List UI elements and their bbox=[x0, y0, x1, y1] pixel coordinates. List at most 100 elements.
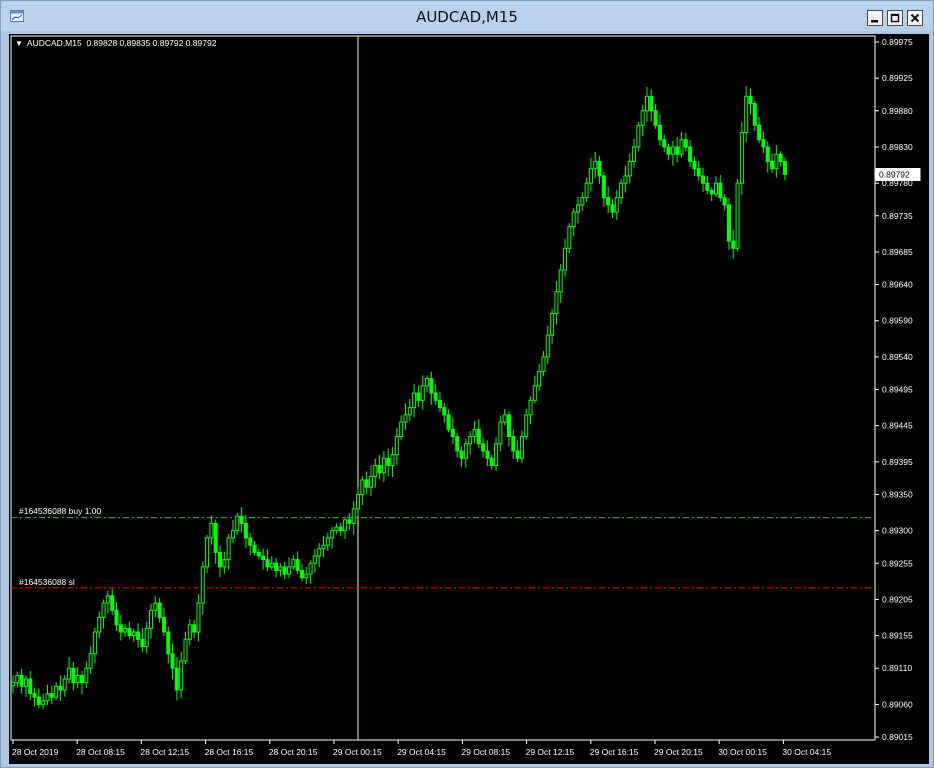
candle-body-up bbox=[407, 407, 412, 416]
candle-body-down bbox=[243, 522, 248, 539]
candle-body-down bbox=[274, 562, 279, 571]
candle-body-down bbox=[248, 537, 253, 546]
restore-icon bbox=[890, 13, 900, 23]
y-tick-label: 0.89880 bbox=[882, 106, 913, 116]
candle-body-up bbox=[92, 631, 97, 655]
y-tick-label: 0.89735 bbox=[882, 211, 913, 221]
candle-body-down bbox=[726, 204, 731, 242]
restore-button[interactable] bbox=[887, 10, 903, 26]
candle-body-up bbox=[287, 566, 292, 575]
candle-body-up bbox=[627, 160, 632, 177]
candle-body-up bbox=[187, 624, 192, 640]
title-bar[interactable]: AUDCAD,M15 bbox=[1, 1, 933, 31]
candle-body-down bbox=[489, 457, 494, 467]
candle-body-up bbox=[381, 457, 386, 474]
y-tick-label: 0.89155 bbox=[882, 631, 913, 641]
candle-body-up bbox=[403, 414, 408, 423]
candle-body-up bbox=[45, 693, 50, 702]
candle-body-down bbox=[653, 110, 658, 126]
candle-body-up bbox=[75, 674, 80, 684]
symbol-info: ▼ AUDCAD,M15 0.89828 0.89835 0.89792 0.89… bbox=[15, 38, 216, 48]
candle-body-up bbox=[713, 182, 718, 195]
minimize-button[interactable] bbox=[867, 10, 883, 26]
candle-body-down bbox=[761, 139, 766, 148]
candle-body-up bbox=[23, 678, 28, 687]
candle-body-up bbox=[149, 609, 154, 629]
x-tick-label: 29 Oct 08:15 bbox=[461, 747, 510, 757]
candle-body-down bbox=[606, 197, 611, 206]
candle-body-up bbox=[498, 421, 503, 445]
candle-body-up bbox=[209, 522, 214, 539]
y-tick-label: 0.89350 bbox=[882, 489, 913, 499]
y-tick-label: 0.89060 bbox=[882, 699, 913, 709]
candle-body-down bbox=[19, 674, 24, 687]
candle-body-up bbox=[41, 700, 46, 705]
chart-area[interactable]: 0.89975 0.89925 0.89880 0.89830 0.89780 0.897… bbox=[9, 34, 929, 764]
candle-body-down bbox=[765, 146, 770, 162]
candle-body-up bbox=[425, 378, 430, 387]
candle-body-down bbox=[261, 555, 266, 561]
candle-body-down bbox=[252, 544, 257, 553]
candle-body-down bbox=[481, 443, 486, 452]
candle-body-up bbox=[519, 436, 524, 459]
dropdown-triangle-icon[interactable]: ▼ bbox=[15, 39, 23, 48]
candle-body-up bbox=[205, 537, 210, 568]
candle-body-down bbox=[282, 566, 287, 575]
candle-body-down bbox=[28, 678, 33, 695]
candle-body-up bbox=[735, 182, 740, 249]
candle-body-up bbox=[545, 334, 550, 358]
candle-body-down bbox=[709, 189, 714, 195]
price-chart[interactable]: 0.899750.899250.898800.898300.897800.897… bbox=[9, 34, 929, 764]
candle-body-up bbox=[97, 617, 102, 633]
candle-body-down bbox=[299, 569, 304, 579]
candle-body-up bbox=[226, 537, 231, 561]
candle-body-down bbox=[437, 399, 442, 409]
x-tick-label: 28 Oct 12:15 bbox=[140, 747, 189, 757]
candle-body-down bbox=[778, 153, 783, 162]
close-button[interactable] bbox=[907, 10, 923, 26]
candle-body-down bbox=[601, 175, 606, 199]
candle-body-up bbox=[131, 631, 136, 637]
candle-body-up bbox=[62, 678, 67, 691]
candle-body-down bbox=[347, 519, 352, 524]
candle-body-down bbox=[71, 667, 76, 684]
candle-body-up bbox=[304, 573, 309, 579]
candle-body-down bbox=[192, 624, 197, 633]
candle-body-down bbox=[429, 378, 434, 394]
current-price-label: 0.89792 bbox=[879, 169, 910, 179]
candle-body-up bbox=[528, 399, 533, 416]
y-tick-label: 0.89395 bbox=[882, 457, 913, 467]
candle-body-down bbox=[757, 124, 762, 141]
candle-body-down bbox=[265, 559, 270, 568]
x-tick-label: 30 Oct 04:15 bbox=[782, 747, 831, 757]
order-sl-label[interactable]: #164536088 sl bbox=[19, 577, 75, 587]
candle-body-down bbox=[666, 146, 671, 155]
symbol-label: AUDCAD,M15 bbox=[26, 38, 82, 48]
order-buy-label[interactable]: #164536088 buy 1.00 bbox=[19, 506, 101, 516]
chart-window[interactable]: AUDCAD,M15 0.89975 0.89925 0.89880 0.89830 0… bbox=[0, 0, 934, 768]
x-tick-label: 28 Oct 16:15 bbox=[205, 747, 254, 757]
x-tick-label: 29 Oct 20:15 bbox=[654, 747, 703, 757]
candle-body-up bbox=[360, 479, 365, 495]
candle-body-up bbox=[235, 515, 240, 532]
candle-body-down bbox=[701, 175, 706, 184]
candle-body-up bbox=[420, 385, 425, 401]
candle-body-up bbox=[774, 153, 779, 170]
candle-body-down bbox=[170, 653, 175, 669]
candle-body-up bbox=[183, 638, 188, 662]
candle-body-up bbox=[554, 291, 559, 314]
candle-body-up bbox=[54, 685, 59, 698]
candle-body-down bbox=[110, 595, 115, 611]
candle-body-down bbox=[705, 182, 710, 191]
candle-body-down bbox=[127, 627, 132, 637]
candle-body-down bbox=[748, 95, 753, 105]
candle-body-down bbox=[377, 465, 382, 474]
candle-body-down bbox=[58, 685, 63, 691]
candle-body-down bbox=[442, 407, 447, 416]
candle-body-up bbox=[739, 131, 744, 184]
candle-body-up bbox=[325, 537, 330, 546]
y-tick-label: 0.89540 bbox=[882, 352, 913, 362]
candle-body-up bbox=[330, 530, 335, 539]
candle-body-up bbox=[67, 667, 72, 680]
candle-body-down bbox=[506, 414, 511, 438]
